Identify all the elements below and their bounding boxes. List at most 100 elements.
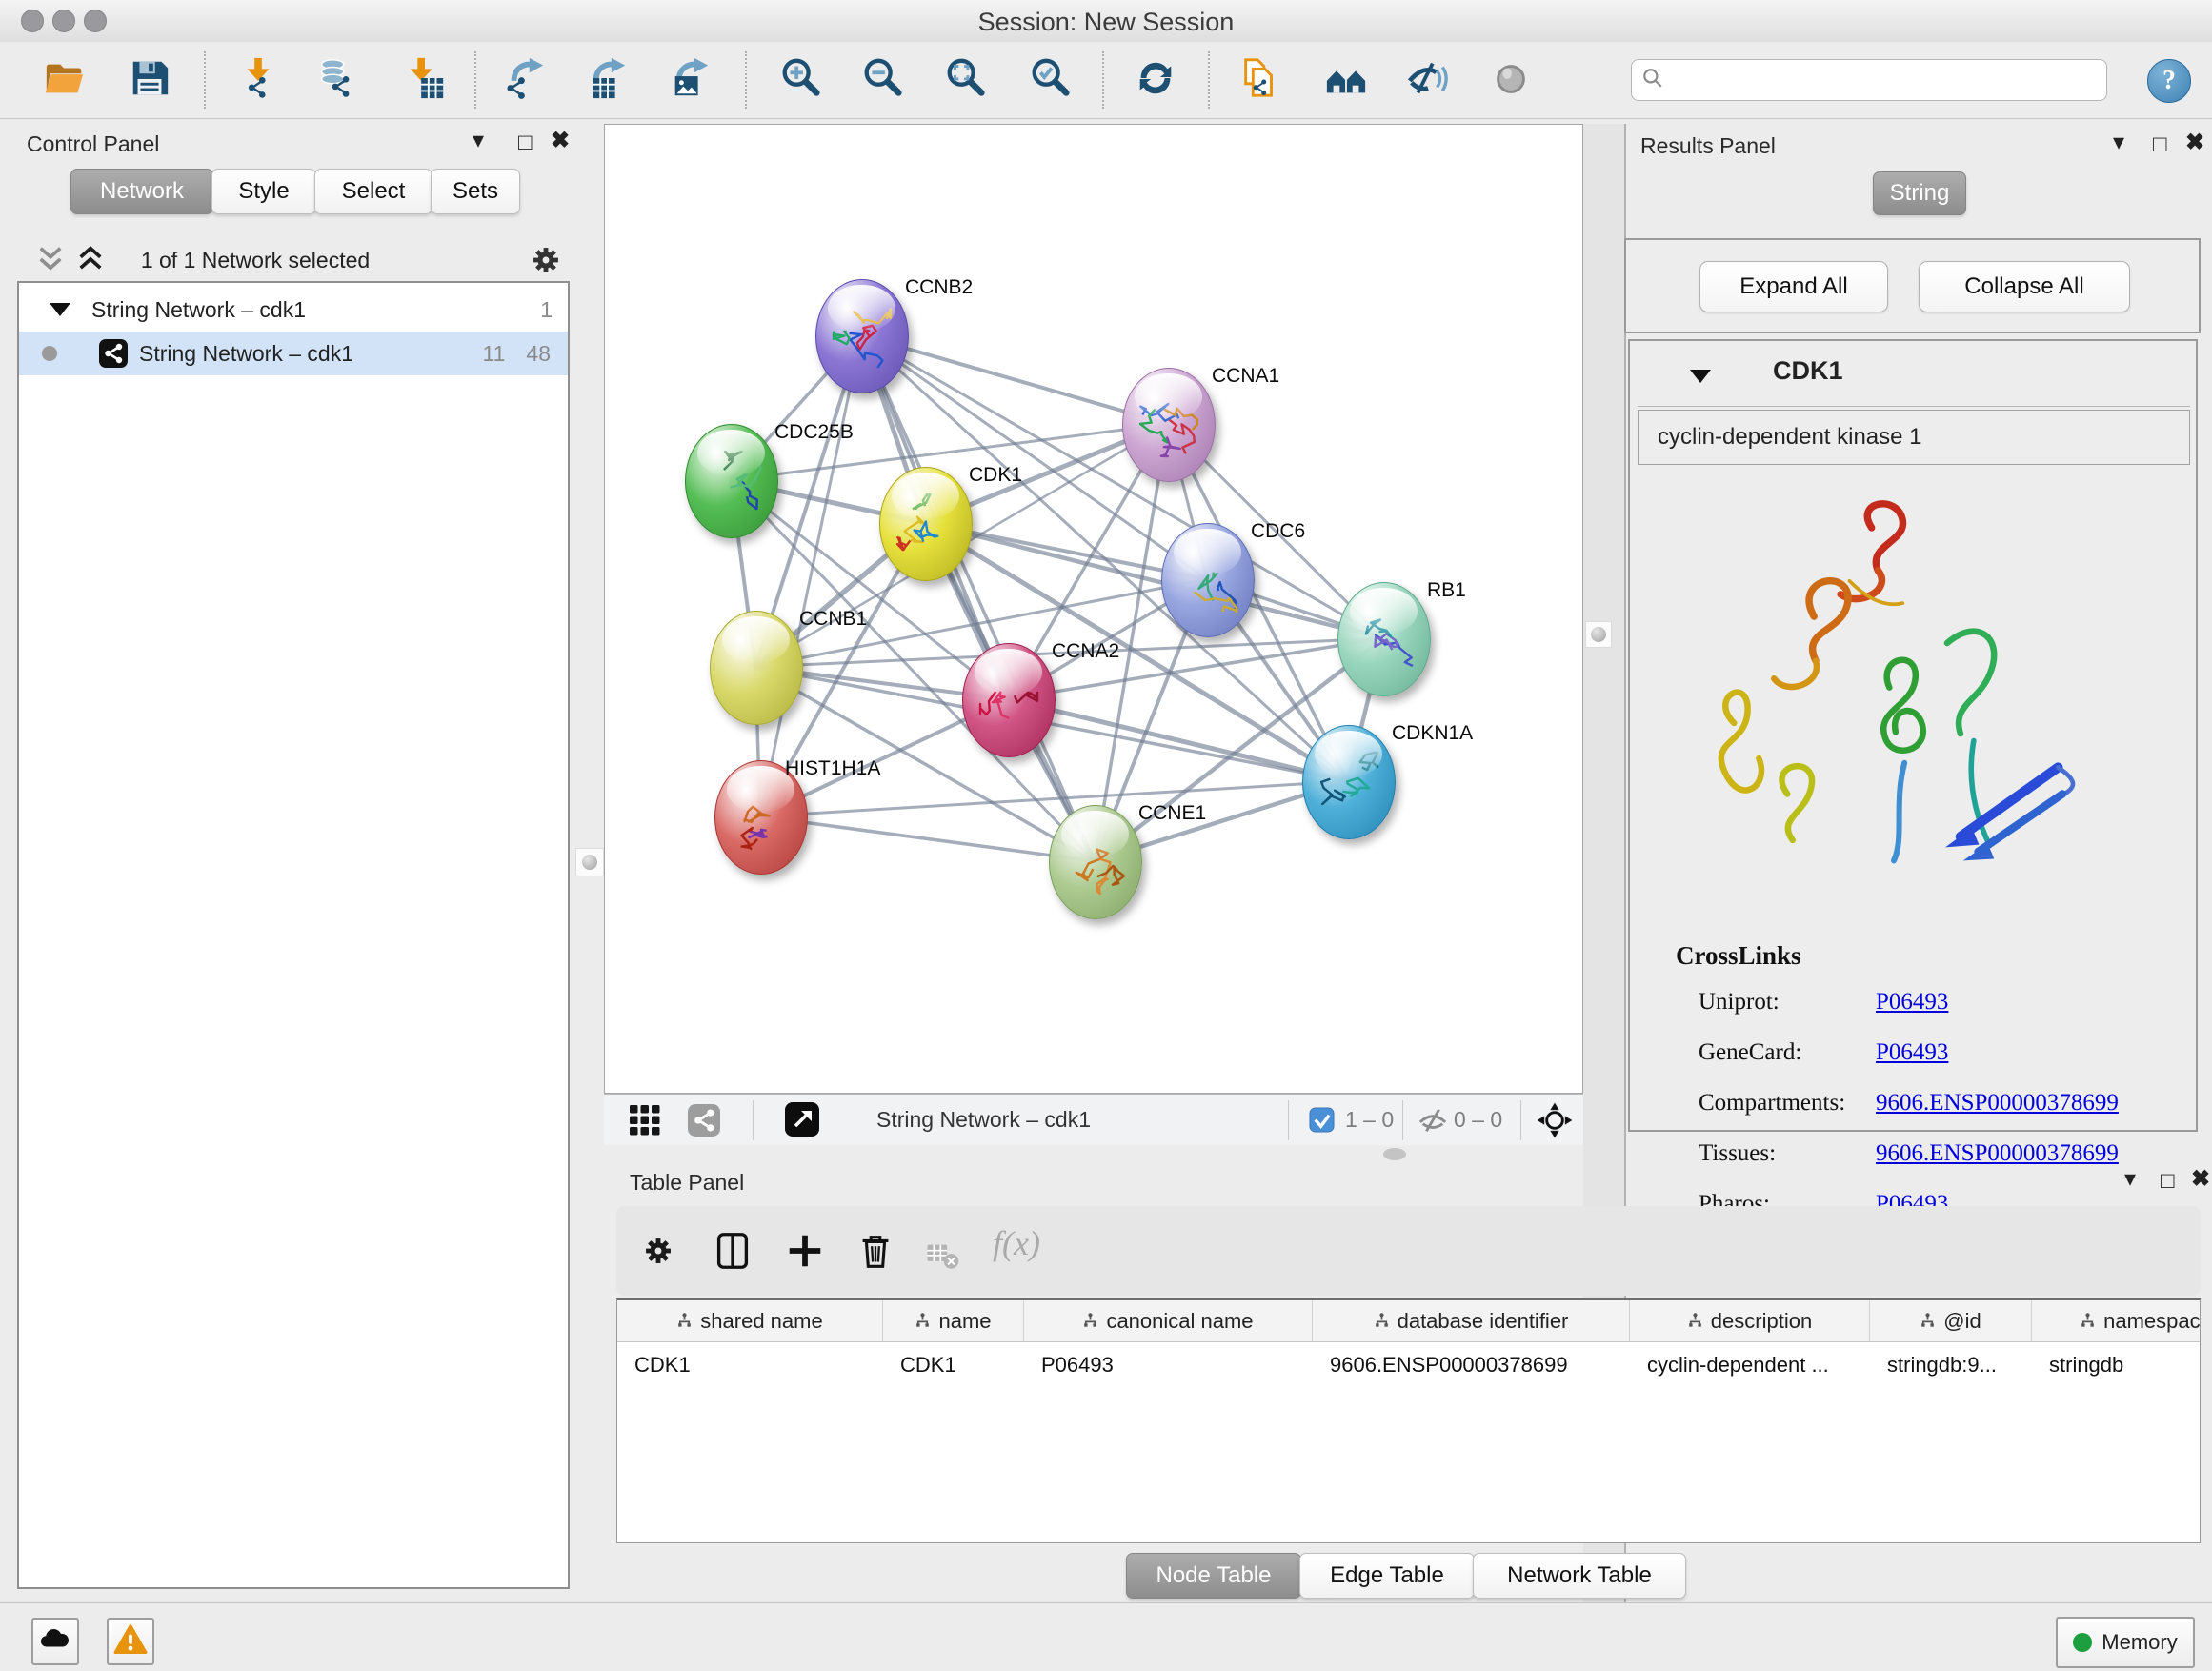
crosslink-link[interactable]: P06493 [1876, 989, 1948, 1016]
export-network-button[interactable] [498, 53, 552, 107]
panel-close-icon[interactable]: ✖ [2185, 131, 2204, 154]
create-column-plus-icon[interactable] [783, 1229, 827, 1278]
column-header-canonicalname[interactable]: canonical name [1024, 1300, 1313, 1342]
collapse-triangle-icon[interactable] [50, 303, 70, 316]
export-network-icon [503, 56, 547, 105]
panel-float-icon[interactable]: □ [518, 131, 533, 154]
selected-checkbox-icon[interactable] [1309, 1107, 1335, 1137]
eye-slash-waves-button[interactable] [1401, 53, 1455, 107]
tab-sets[interactable]: Sets [431, 169, 520, 214]
network-tree-root-row[interactable]: String Network – cdk1 1 [19, 288, 568, 332]
tab-style[interactable]: Style [211, 169, 316, 214]
panel-float-icon[interactable]: □ [2153, 133, 2167, 156]
memory-button[interactable]: Memory [2056, 1617, 2195, 1668]
crosslinks-title: CrossLinks [1676, 941, 1801, 971]
export-image-button[interactable] [663, 53, 716, 107]
column-header-databaseidentifier[interactable]: database identifier [1313, 1300, 1630, 1342]
expand-all-button[interactable]: Expand All [1699, 261, 1888, 312]
cell-databaseidentifier[interactable]: 9606.ENSP00000378699 [1313, 1344, 1630, 1386]
node-CCNA1[interactable] [1122, 368, 1216, 482]
node-CCNE1[interactable] [1049, 805, 1142, 919]
import-table-button[interactable] [398, 53, 452, 107]
show-columns-icon[interactable] [711, 1229, 754, 1278]
protein-structure-image [1670, 474, 2118, 865]
import-database-button[interactable] [311, 53, 364, 107]
tab-network-table[interactable]: Network Table [1473, 1553, 1686, 1599]
table-settings-gear-icon[interactable] [636, 1229, 680, 1278]
warnings-button[interactable] [107, 1618, 154, 1665]
network-view-title: String Network – cdk1 [876, 1107, 1091, 1133]
delete-column-trash-icon[interactable] [854, 1229, 897, 1278]
left-split-handle[interactable] [575, 848, 604, 876]
node-CDKN1A[interactable] [1302, 725, 1396, 839]
right-split-handle[interactable] [1585, 621, 1612, 648]
birds-eye-view-icon[interactable] [785, 1102, 819, 1141]
node-CCNA2[interactable] [962, 643, 1056, 757]
column-header-description[interactable]: description [1630, 1300, 1870, 1342]
tab-string[interactable]: String [1873, 171, 1966, 215]
zoom-selected-button[interactable] [1023, 53, 1076, 107]
houses-button[interactable] [1319, 53, 1373, 107]
node-RB1[interactable] [1337, 582, 1431, 696]
eye-button[interactable] [1484, 53, 1538, 107]
column-header-id[interactable]: @id [1870, 1300, 2032, 1342]
tab-network[interactable]: Network [70, 169, 213, 214]
collapse-entry-icon[interactable] [1690, 370, 1711, 383]
node-CCNB1[interactable] [710, 611, 803, 725]
network-canvas[interactable]: CCNB2CCNA1CDC25BCDK1CDC6RB1CCNB1CCNA2CDK… [604, 124, 1583, 1094]
import-network-button[interactable] [231, 53, 285, 107]
edge-HIST1H1A-CCNE1[interactable] [760, 816, 1095, 861]
tab-select[interactable]: Select [314, 169, 432, 214]
cloud-button[interactable] [31, 1618, 79, 1665]
panel-close-icon[interactable]: ✖ [551, 130, 570, 152]
cell-namespace[interactable]: stringdb [2032, 1344, 2201, 1386]
column-header-sharedname[interactable]: shared name [617, 1300, 883, 1342]
fit-crosshair-icon[interactable] [1536, 1101, 1574, 1144]
panel-float-icon[interactable]: □ [2161, 1170, 2175, 1193]
cell-canonicalname[interactable]: P06493 [1024, 1344, 1313, 1386]
search-input[interactable] [1664, 67, 2106, 93]
export-table-button[interactable] [580, 53, 633, 107]
collapse-all-button[interactable]: Collapse All [1919, 261, 2130, 312]
network-options-gear-icon[interactable] [524, 238, 568, 287]
open-folder-button[interactable] [38, 53, 91, 107]
tab-edge-table[interactable]: Edge Table [1299, 1553, 1475, 1599]
node-CDC25B[interactable] [685, 424, 778, 538]
panel-menu-icon[interactable]: ▾ [2113, 131, 2124, 154]
crosslink-link[interactable]: 9606.ENSP00000378699 [1876, 1090, 2119, 1117]
node-label-CDKN1A: CDKN1A [1392, 722, 1473, 745]
collapse-all-networks-icon[interactable] [34, 244, 67, 279]
zoom-out-button[interactable] [855, 53, 909, 107]
cell-name[interactable]: CDK1 [883, 1344, 1024, 1386]
crosslink-link[interactable]: P06493 [1876, 1039, 1948, 1066]
network-tree-selected-row[interactable]: String Network – cdk1 11 48 [19, 332, 568, 375]
edge-CCNB2-CCNE1[interactable] [861, 335, 1095, 861]
cell-description[interactable]: cyclin-dependent ... [1630, 1344, 1870, 1386]
panel-menu-icon[interactable]: ▾ [2124, 1168, 2136, 1191]
column-header-namespace[interactable]: namespace [2032, 1300, 2201, 1342]
control-panel: Control Panel ▾ □ ✖ NetworkStyleSelectSe… [8, 124, 579, 1602]
save-button[interactable] [123, 53, 176, 107]
network-collection-label: String Network – cdk1 [91, 297, 306, 323]
grid-view-icon[interactable] [629, 1104, 661, 1141]
documents-network-button[interactable] [1234, 53, 1287, 107]
refresh-button[interactable] [1129, 53, 1182, 107]
zoom-in-button[interactable] [774, 53, 827, 107]
edge-CCNB2-HIST1H1A[interactable] [760, 335, 861, 816]
tab-node-table[interactable]: Node Table [1126, 1553, 1301, 1599]
network-view-badge-icon[interactable] [688, 1104, 720, 1141]
column-header-name[interactable]: name [883, 1300, 1024, 1342]
help-button[interactable]: ? [2147, 59, 2191, 103]
edge-CCNA2-CDKN1A[interactable] [1008, 699, 1348, 781]
crosslink-row: GeneCard:P06493 [1630, 1032, 2200, 1076]
panel-close-icon[interactable]: ✖ [2191, 1168, 2210, 1191]
zoom-fit-button[interactable] [938, 53, 992, 107]
node-CDC6[interactable] [1161, 523, 1255, 637]
panel-menu-icon[interactable]: ▾ [473, 130, 484, 152]
node-CDK1[interactable] [879, 467, 973, 581]
search-box[interactable] [1631, 59, 2107, 101]
node-CCNB2[interactable] [815, 279, 909, 393]
cell-id[interactable]: stringdb:9... [1870, 1344, 2032, 1386]
toolbar-separator [204, 51, 206, 109]
cell-sharedname[interactable]: CDK1 [617, 1344, 883, 1386]
